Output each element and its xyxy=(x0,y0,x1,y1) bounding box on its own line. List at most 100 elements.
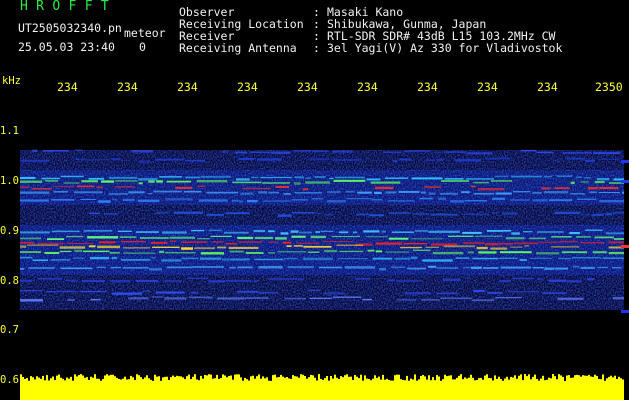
signal-streak xyxy=(570,193,585,195)
signal-streak xyxy=(284,297,306,300)
signal-streak xyxy=(566,280,582,283)
signal-streak xyxy=(206,191,238,194)
noise-floor-spike xyxy=(306,378,308,383)
noise-floor-spike xyxy=(192,376,194,383)
signal-streak xyxy=(467,251,475,254)
signal-streak xyxy=(253,280,260,282)
signal-streak xyxy=(20,176,36,179)
signal-streak xyxy=(561,251,588,254)
signal-streak xyxy=(291,199,309,201)
signal-streak xyxy=(439,192,458,195)
signal-streak xyxy=(465,178,494,180)
signal-streak xyxy=(46,291,78,293)
signal-streak xyxy=(332,150,353,153)
y-tick-label: 0.6 xyxy=(0,374,19,386)
signal-streak xyxy=(108,176,138,179)
noise-floor-spike xyxy=(590,376,592,383)
signal-streak xyxy=(537,231,564,233)
signal-streak xyxy=(110,266,122,269)
signal-streak xyxy=(554,211,581,214)
signal-streak xyxy=(88,177,105,180)
noise-floor-spike xyxy=(332,378,334,383)
noise-floor-spike xyxy=(150,379,152,383)
signal-streak xyxy=(327,200,347,203)
signal-streak xyxy=(495,175,509,178)
signal-streak xyxy=(53,185,75,188)
signal-streak xyxy=(594,236,614,239)
noise-floor-spike xyxy=(370,380,372,383)
signal-streak xyxy=(585,159,595,162)
signal-streak xyxy=(191,229,205,232)
signal-streak xyxy=(47,238,64,240)
signal-streak xyxy=(324,213,335,216)
signal-streak xyxy=(73,191,103,194)
signal-streak xyxy=(448,235,474,237)
noise-floor-spike xyxy=(40,378,42,383)
noise-floor-spike xyxy=(470,374,472,383)
signal-streak xyxy=(379,268,387,271)
noise-floor-spike xyxy=(268,380,270,383)
signal-streak xyxy=(436,158,444,161)
noise-floor-spike xyxy=(144,377,146,383)
signal-streak xyxy=(275,186,290,188)
signal-streak xyxy=(440,179,470,182)
noise-floor-spike xyxy=(42,375,44,383)
x-tick-label: 234 xyxy=(177,80,198,94)
y-tick-label: 1.1 xyxy=(0,125,19,137)
noise-floor-spike xyxy=(148,378,150,383)
noise-floor-spike xyxy=(440,380,442,383)
signal-streak xyxy=(187,277,208,279)
signal-streak xyxy=(103,213,118,215)
noise-floor-spike xyxy=(374,375,376,383)
signal-streak xyxy=(537,277,544,281)
signal-streak xyxy=(128,191,145,194)
noise-floor-spike xyxy=(296,376,298,383)
signal-streak xyxy=(268,230,275,233)
signal-streak xyxy=(238,241,263,243)
noise-floor-spike xyxy=(298,377,300,383)
noise-floor-spike xyxy=(84,377,86,383)
signal-streak xyxy=(324,249,338,253)
signal-streak xyxy=(471,266,482,269)
signal-streak xyxy=(197,238,210,240)
noise-floor-spike xyxy=(412,379,414,383)
signal-streak xyxy=(333,158,362,161)
noise-floor-spike xyxy=(66,377,68,383)
noise-floor-spike xyxy=(538,380,540,383)
noise-floor-spike xyxy=(502,380,504,383)
signal-streak xyxy=(345,191,355,193)
noise-floor-spike xyxy=(454,379,456,383)
signal-streak xyxy=(511,232,520,235)
meteor-tag: meteor xyxy=(124,26,166,40)
signal-streak xyxy=(442,278,461,281)
noise-floor-spike xyxy=(378,376,380,383)
signal-streak xyxy=(421,299,440,301)
x-tick-label: 234 xyxy=(357,80,378,94)
signal-streak xyxy=(185,159,205,162)
noise-floor-spike xyxy=(536,379,538,383)
signal-streak xyxy=(260,176,292,179)
noise-floor-spike xyxy=(524,374,526,383)
signal-streak xyxy=(155,158,184,161)
noise-floor-spike xyxy=(334,374,336,383)
noise-floor-spike xyxy=(548,377,550,383)
signal-streak xyxy=(296,242,319,244)
signal-streak xyxy=(128,297,149,300)
signal-streak xyxy=(368,214,385,217)
signal-streak xyxy=(237,266,253,269)
signal-streak xyxy=(433,151,442,153)
meteor-count: 0 xyxy=(139,40,146,54)
signal-streak xyxy=(580,181,589,183)
signal-streak xyxy=(20,279,33,282)
signal-streak xyxy=(394,257,411,260)
signal-streak xyxy=(111,256,117,260)
noise-floor-spike xyxy=(458,375,460,383)
noise-floor-spike xyxy=(234,374,236,383)
signal-streak xyxy=(297,278,304,281)
signal-streak xyxy=(391,266,406,269)
signal-streak xyxy=(181,247,193,250)
noise-floor-spike xyxy=(112,374,114,383)
signal-streak xyxy=(59,246,86,249)
noise-floor-spike xyxy=(154,374,156,383)
signal-streak xyxy=(283,257,298,260)
